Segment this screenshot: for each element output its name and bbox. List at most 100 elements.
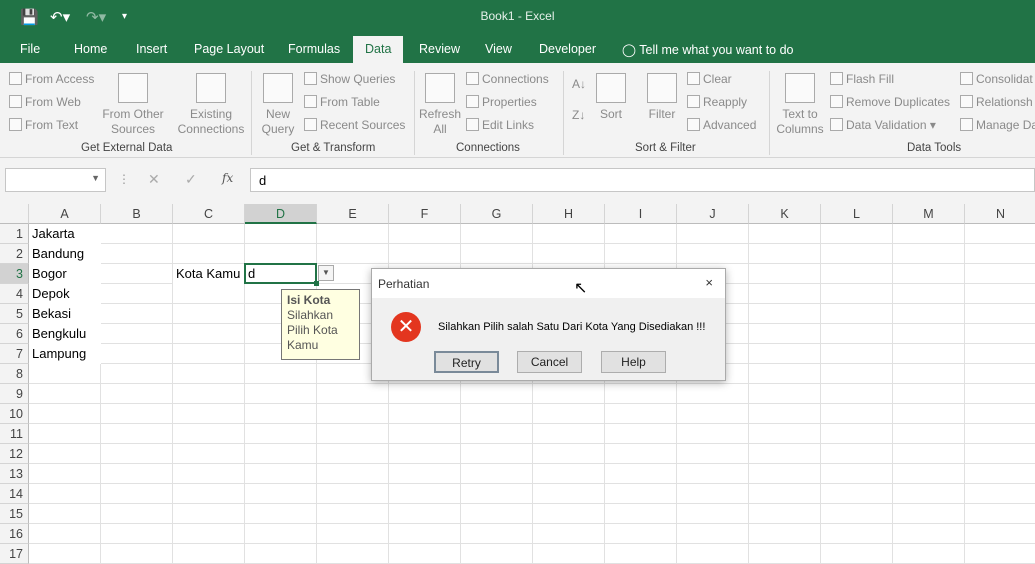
recent-sources-button[interactable]: Recent Sources [304,118,405,132]
sort-z-a-button[interactable]: Z↓ [572,108,585,122]
tab-developer[interactable]: Developer [539,42,596,56]
column-header-A[interactable]: A [29,204,101,224]
more-icon: ⋮ [118,172,130,186]
show-queries-button[interactable]: Show Queries [304,72,395,86]
help-button[interactable]: Help [601,351,666,373]
refresh-all-button[interactable]: Refresh All [418,73,462,137]
fill-handle[interactable] [314,281,319,286]
error-dialog: Perhatian × ✕ Silahkan Pilih salah Satu … [371,268,726,381]
row-header-9[interactable]: 9 [0,384,29,404]
connections-button[interactable]: Connections [466,72,549,86]
name-box[interactable]: ▼ [5,168,106,192]
cancel-button[interactable]: Cancel [517,351,582,373]
row-header-12[interactable]: 12 [0,444,29,464]
title-bar: 💾 ↶▾ ↷▾ ▾ Book1 - Excel [0,0,1035,36]
cancel-icon[interactable]: ✕ [148,171,160,188]
input-message-line: Silahkan [287,308,334,322]
tab-formulas[interactable]: Formulas [288,42,340,56]
column-header-F[interactable]: F [389,204,461,224]
row-header-14[interactable]: 14 [0,484,29,504]
row-header-3[interactable]: 3 [0,264,29,284]
row-header-8[interactable]: 8 [0,364,29,384]
retry-button[interactable]: Retry [434,351,499,373]
row-header-17[interactable]: 17 [0,544,29,564]
cell-A2[interactable]: Bandung [29,244,101,264]
new-query-button[interactable]: New Query [256,73,300,137]
row-header-11[interactable]: 11 [0,424,29,444]
row-header-15[interactable]: 15 [0,504,29,524]
column-header-I[interactable]: I [605,204,677,224]
dialog-title-bar: Perhatian × [372,269,725,298]
tab-review[interactable]: Review [419,42,460,56]
from-web-button[interactable]: From Web [9,95,81,109]
remove-duplicates-button[interactable]: Remove Duplicates [830,95,950,109]
cell-A1[interactable]: Jakarta [29,224,101,244]
tab-insert[interactable]: Insert [136,42,167,56]
properties-button[interactable]: Properties [466,95,537,109]
sort-button[interactable]: Sort [594,73,628,122]
reapply-button[interactable]: Reapply [687,95,747,109]
group-label-get-transform: Get & Transform [291,142,376,154]
row-header-7[interactable]: 7 [0,344,29,364]
insert-function-icon[interactable]: fx [222,171,233,185]
row-header-16[interactable]: 16 [0,524,29,544]
column-header-H[interactable]: H [533,204,605,224]
cell-A4[interactable]: Depok [29,284,101,304]
cell-C3[interactable]: Kota Kamu [173,264,245,284]
relationships-button[interactable]: Relationsh [960,95,1033,109]
input-message-line: Pilih Kota [287,323,338,337]
dropdown-arrow-button[interactable]: ▼ [318,265,334,281]
dialog-message: Silahkan Pilih salah Satu Dari Kota Yang… [438,321,706,333]
cell-A7[interactable]: Lampung [29,344,101,364]
row-header-2[interactable]: 2 [0,244,29,264]
column-header-M[interactable]: M [893,204,965,224]
close-icon[interactable]: × [705,275,713,290]
cell-A6[interactable]: Bengkulu [29,324,101,344]
column-header-N[interactable]: N [965,204,1035,224]
window-title: Book1 - Excel [480,9,555,23]
tell-me-search[interactable]: ◯ Tell me what you want to do [622,42,794,57]
filter-button[interactable]: Filter [644,73,680,122]
from-text-button[interactable]: From Text [9,118,78,132]
sort-a-z-button[interactable]: A↓ [572,77,586,91]
row-header-13[interactable]: 13 [0,464,29,484]
advanced-button[interactable]: Advanced [687,118,756,132]
data-validation-button[interactable]: Data Validation ▾ [830,118,936,132]
enter-icon[interactable]: ✓ [185,171,197,188]
from-table-button[interactable]: From Table [304,95,380,109]
tab-view[interactable]: View [485,42,512,56]
consolidate-button[interactable]: Consolidat [960,72,1033,86]
row-header-6[interactable]: 6 [0,324,29,344]
existing-connections-button[interactable]: Existing Connections [176,73,246,137]
column-header-K[interactable]: K [749,204,821,224]
column-header-J[interactable]: J [677,204,749,224]
select-all-button[interactable] [0,204,29,224]
column-header-L[interactable]: L [821,204,893,224]
formula-input[interactable]: d [250,168,1035,192]
active-cell-d3[interactable]: d [244,263,317,284]
column-header-G[interactable]: G [461,204,533,224]
cell-A5[interactable]: Bekasi [29,304,101,324]
row-header-5[interactable]: 5 [0,304,29,324]
tab-file[interactable]: File [20,42,40,56]
column-header-B[interactable]: B [101,204,173,224]
input-message-tooltip: Isi Kota Silahkan Pilih Kota Kamu [281,289,360,360]
from-access-button[interactable]: From Access [9,72,94,86]
tab-page-layout[interactable]: Page Layout [194,42,264,56]
text-to-columns-button[interactable]: Text to Columns [774,73,826,137]
from-other-sources-button[interactable]: From Other Sources [100,73,166,137]
column-header-D[interactable]: D [245,204,317,224]
cell-A3[interactable]: Bogor [29,264,101,284]
tab-home[interactable]: Home [74,42,107,56]
chevron-down-icon[interactable]: ▼ [91,173,100,183]
row-header-4[interactable]: 4 [0,284,29,304]
flash-fill-button[interactable]: Flash Fill [830,72,894,86]
clear-button[interactable]: Clear [687,72,732,86]
column-header-C[interactable]: C [173,204,245,224]
tab-data[interactable]: Data [353,36,404,63]
row-header-1[interactable]: 1 [0,224,29,244]
manage-data-model-button[interactable]: Manage Da [960,118,1035,132]
row-header-10[interactable]: 10 [0,404,29,424]
column-header-E[interactable]: E [317,204,389,224]
edit-links-button[interactable]: Edit Links [466,118,534,132]
